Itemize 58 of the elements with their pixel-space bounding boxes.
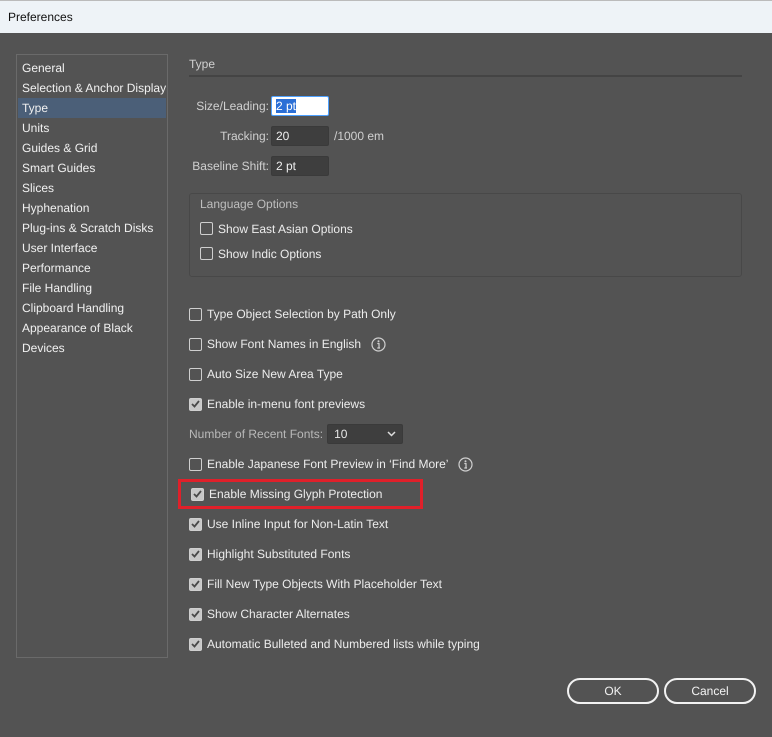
checkbox[interactable] <box>191 488 204 500</box>
checkbox[interactable] <box>189 578 202 590</box>
checkbox[interactable] <box>189 338 202 350</box>
checkbox-label: Fill New Type Objects With Placeholder Text <box>207 577 442 591</box>
checkbox-label: Show Indic Options <box>218 246 322 260</box>
checkbox-label: Use Inline Input for Non-Latin Text <box>207 517 388 531</box>
checkbox-label: Show Character Alternates <box>207 607 350 621</box>
dropdown[interactable]: 10 <box>327 424 404 444</box>
checkbox-label: Highlight Substituted Fonts <box>207 547 350 561</box>
sidebar-item[interactable]: Guides & Grid <box>18 138 166 158</box>
chevron-icon <box>387 431 396 437</box>
checkbox-label: Enable in-menu font previews <box>207 397 366 411</box>
cancel-button[interactable]: Cancel <box>664 678 756 704</box>
checkbox[interactable] <box>200 222 213 235</box>
sidebar-item[interactable]: Plug-ins & Scratch Disks <box>18 218 166 238</box>
sidebar-item[interactable]: Appearance of Black <box>18 318 166 338</box>
group-title: Language Options <box>200 197 300 211</box>
unit-label: /1000 em <box>333 129 386 143</box>
checkbox[interactable] <box>189 518 202 530</box>
sidebar-item[interactable]: Slices <box>18 178 166 198</box>
checkbox-label: Enable Japanese Font Preview in ‘Find More’ <box>207 457 448 471</box>
field-label: Baseline Shift: <box>191 159 269 173</box>
input-field[interactable]: 2 pt <box>271 96 329 116</box>
sidebar-item[interactable]: Smart Guides <box>18 158 166 178</box>
info-icon[interactable] <box>458 456 474 472</box>
checkbox[interactable] <box>189 638 202 650</box>
checkbox-label: Automatic Bulleted and Numbered lists while typing <box>207 637 480 651</box>
sidebar-item[interactable]: File Handling <box>18 278 166 298</box>
info-icon[interactable] <box>371 336 386 352</box>
sidebar-item[interactable]: Selection & Anchor Display <box>18 78 166 98</box>
checkbox[interactable] <box>189 368 202 380</box>
window-title: Preferences <box>8 10 73 24</box>
sidebar-item[interactable]: Units <box>18 118 166 138</box>
checkbox[interactable] <box>189 458 202 470</box>
sidebar-item[interactable]: General <box>18 58 166 78</box>
checkbox[interactable] <box>200 247 213 260</box>
checkbox-label: Auto Size New Area Type <box>207 367 343 381</box>
input-field[interactable]: 2 pt <box>271 156 329 176</box>
checkbox-label: Enable Missing Glyph Protection <box>209 487 382 501</box>
checkbox-label: Type Object Selection by Path Only <box>207 307 396 321</box>
dropdown-label: Number of Recent Fonts: <box>189 427 324 441</box>
sidebar-item[interactable]: Hyphenation <box>18 198 166 218</box>
field-label: Tracking: <box>219 129 269 143</box>
checkbox-label: Show East Asian Options <box>218 222 353 236</box>
checkbox[interactable] <box>189 608 202 620</box>
checkbox-label: Show Font Names in English <box>207 337 362 351</box>
sidebar-item[interactable]: Type <box>18 98 166 118</box>
checkbox[interactable] <box>189 398 202 410</box>
checkbox[interactable] <box>189 308 202 320</box>
section-title: Type <box>189 54 742 77</box>
checkbox[interactable] <box>189 548 202 560</box>
sidebar-item[interactable]: Performance <box>18 258 166 278</box>
sidebar-item[interactable]: Devices <box>18 338 166 358</box>
input-field[interactable]: 20 <box>271 126 329 146</box>
sidebar-item[interactable]: User Interface <box>18 238 166 258</box>
sidebar-item[interactable]: Clipboard Handling <box>18 298 166 318</box>
ok-button[interactable]: OK <box>567 678 659 704</box>
field-label: Size/Leading: <box>195 99 269 113</box>
